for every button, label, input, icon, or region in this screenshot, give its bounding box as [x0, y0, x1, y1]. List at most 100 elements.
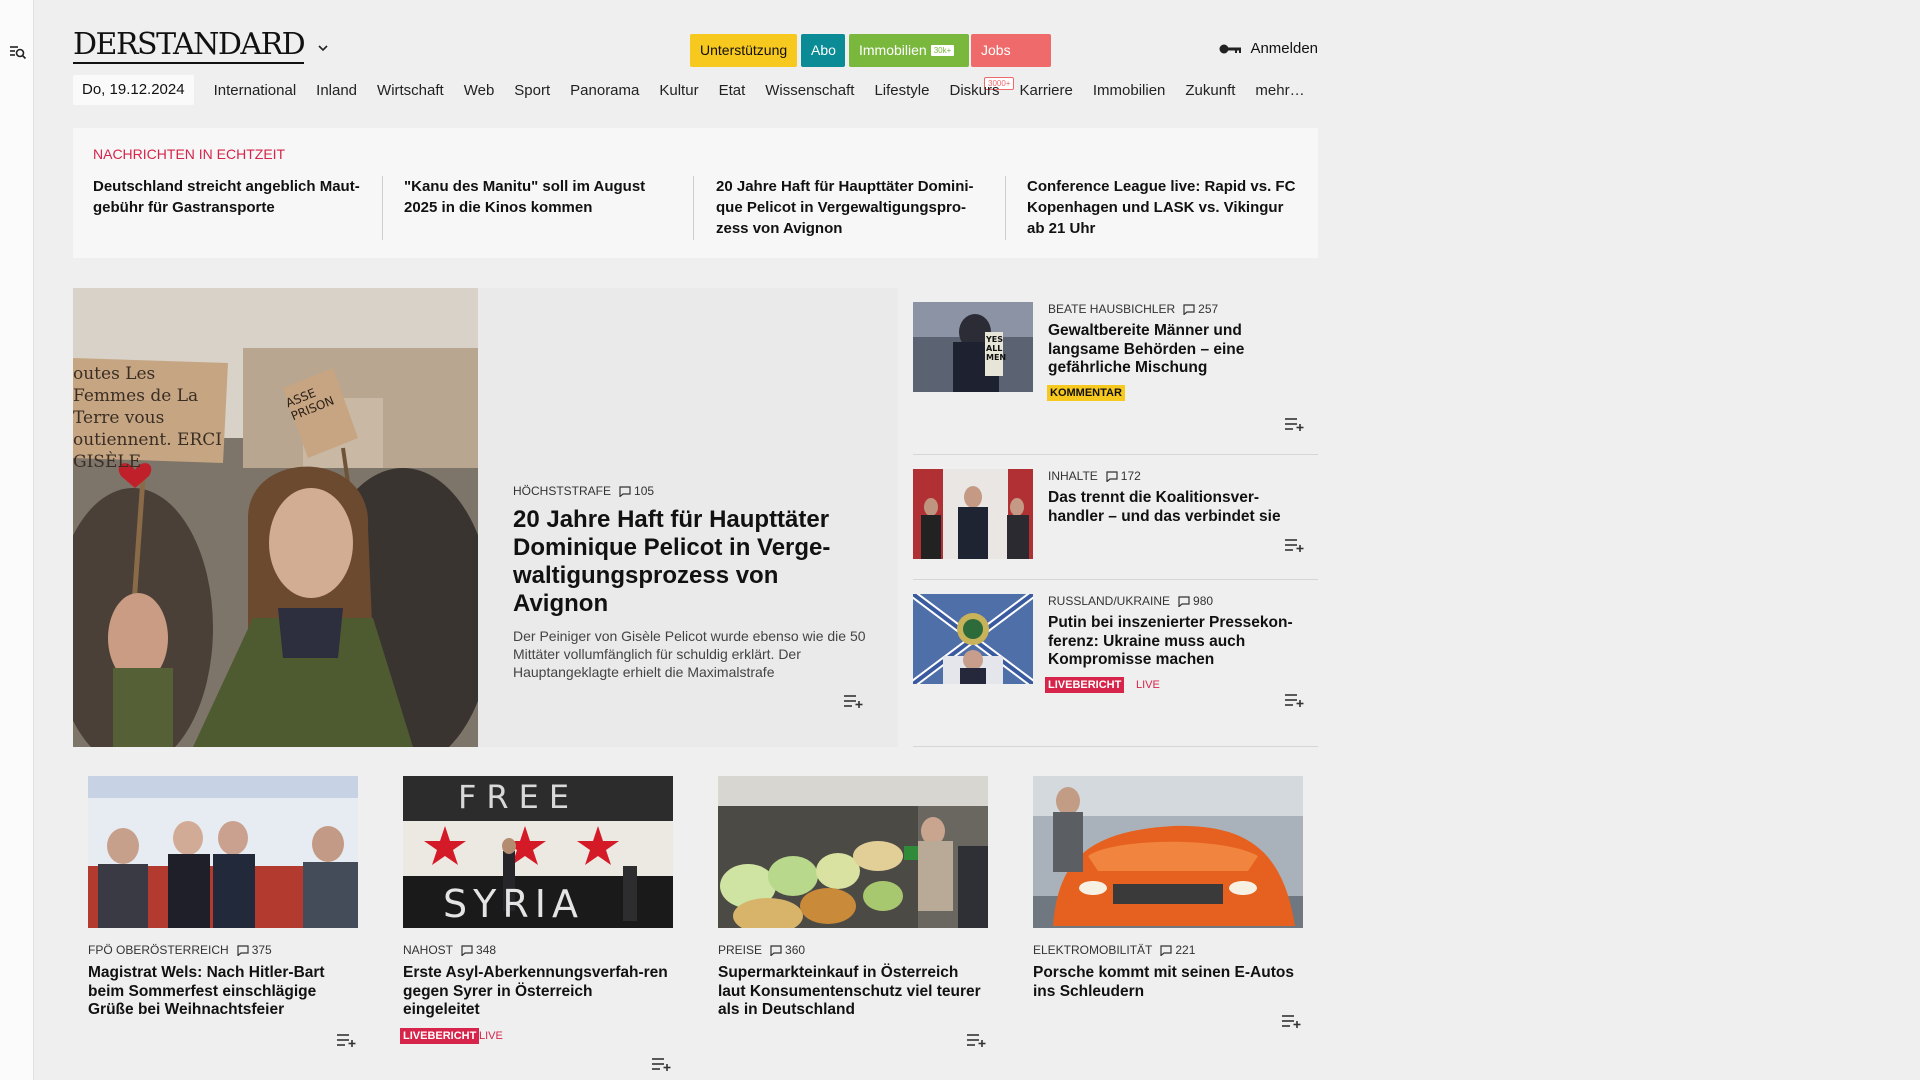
nav-item-web[interactable]: Web — [454, 82, 505, 99]
add-to-playlist-icon[interactable] — [1284, 692, 1306, 708]
lead-article[interactable]: outes Les Femmes de La Terre vous outien… — [73, 288, 898, 747]
add-to-playlist-icon[interactable] — [651, 1056, 673, 1072]
news-ticker: NACHRICHTEN IN ECHTZEIT Deutschland stre… — [73, 128, 1318, 258]
article-grid: FPÖ OBERÖSTERREICH 375 Magistrat Wels: N… — [73, 776, 1318, 1076]
support-label: Unterstützung — [700, 42, 788, 58]
side-article-image[interactable] — [913, 469, 1033, 559]
grid-article-title[interactable]: Magistrat Wels: Nach Hitler-Bart beim So… — [88, 964, 358, 1020]
nav-item-immobilien[interactable]: Immobilien — [1083, 82, 1176, 99]
ticker-item[interactable]: 20 Jahre Haft für Haupttäter Domini-que … — [716, 176, 986, 239]
grid-article-meta: NAHOST 348 — [403, 943, 496, 957]
add-to-playlist-icon[interactable] — [966, 1032, 988, 1048]
add-to-playlist-icon[interactable] — [1281, 1013, 1303, 1029]
ticker-item[interactable]: Deutschland streicht angeblich Maut-gebü… — [93, 176, 363, 218]
add-to-playlist-icon[interactable] — [843, 693, 865, 709]
nav-item-kultur[interactable]: Kultur — [649, 82, 708, 99]
nav-item-wissenschaft[interactable]: Wissenschaft — [755, 82, 864, 99]
comment-icon — [1160, 944, 1172, 956]
nav-item-panorama[interactable]: Panorama — [560, 82, 649, 99]
add-to-playlist-icon[interactable] — [1284, 416, 1306, 432]
comment-icon — [770, 944, 782, 956]
grid-article-image[interactable] — [88, 776, 358, 928]
abo-label: Abo — [811, 42, 836, 58]
comment-icon — [1106, 470, 1118, 482]
nav-item-zukunft[interactable]: Zukunft — [1175, 82, 1245, 99]
nav-item-lifestyle[interactable]: Lifestyle — [864, 82, 939, 99]
ticker-divider — [382, 176, 383, 240]
side-article-meta: BEATE HAUSBICHLER 257 — [1048, 302, 1218, 316]
comment-count-value: 375 — [251, 943, 272, 957]
comment-count[interactable]: 375 — [237, 943, 272, 957]
nav-item-more[interactable]: mehr… — [1245, 82, 1314, 99]
livebericht-badge: LIVEBERICHT — [400, 1028, 480, 1044]
add-to-playlist-icon[interactable] — [1284, 537, 1306, 553]
lead-article-title[interactable]: 20 Jahre Haft für Haupttäter Dominique P… — [513, 506, 873, 618]
side-article-kicker: BEATE HAUSBICHLER — [1048, 302, 1176, 316]
comment-count[interactable]: 360 — [770, 943, 805, 957]
side-article[interactable]: INHALTE 172 Das trennt die Koalitionsver… — [913, 455, 1318, 580]
immobilien-label: Immobilien — [859, 42, 927, 58]
abo-button[interactable]: Abo — [801, 34, 845, 67]
comment-count-value: 348 — [476, 943, 497, 957]
nav-item-sport[interactable]: Sport — [504, 82, 560, 99]
comment-count[interactable]: 221 — [1160, 943, 1195, 957]
left-sidebar — [0, 0, 34, 1080]
nav-item-inland[interactable]: Inland — [306, 82, 367, 99]
search-menu-icon[interactable] — [9, 43, 27, 61]
comment-count-value: 257 — [1198, 302, 1219, 316]
ticker-item[interactable]: Conference League live: Rapid vs. FC Kop… — [1027, 176, 1297, 239]
nav-item-international[interactable]: International — [204, 82, 307, 99]
nav-item-diskurs[interactable]: Diskurs — [939, 82, 1009, 99]
side-article-title[interactable]: Putin bei inszenierter Pressekon-ferenz:… — [1048, 614, 1310, 670]
nav-item-etat[interactable]: Etat — [709, 82, 756, 99]
side-article-meta: INHALTE 172 — [1048, 469, 1141, 483]
comment-count[interactable]: 257 — [1183, 302, 1218, 316]
comment-icon — [1178, 595, 1190, 607]
side-article-image[interactable]: YES ALL MEN — [913, 302, 1033, 392]
comment-count[interactable]: 172 — [1106, 469, 1141, 483]
grid-article-title[interactable]: Porsche kommt mit seinen E-Autos ins Sch… — [1033, 964, 1303, 1001]
comment-count[interactable]: 980 — [1178, 594, 1213, 608]
lead-article-photo[interactable]: outes Les Femmes de La Terre vous outien… — [73, 288, 478, 747]
jobs-button[interactable]: Jobs3000+ — [971, 34, 1051, 90]
side-article-kicker: INHALTE — [1048, 469, 1098, 483]
lead-article-kicker: HÖCHSTSTRAFE — [513, 484, 612, 498]
chevron-down-icon[interactable] — [317, 42, 329, 54]
side-article[interactable]: RUSSLAND/UKRAINE 980 Putin bei inszenier… — [913, 580, 1318, 747]
side-article-title[interactable]: Das trennt die Koalitionsver-handler – u… — [1048, 489, 1310, 526]
grid-article-meta: ELEKTROMOBILITÄT 221 — [1033, 943, 1195, 957]
grid-article-image[interactable] — [1033, 776, 1303, 928]
grid-article-kicker: FPÖ OBERÖSTERREICH — [88, 943, 229, 957]
grid-article-title[interactable]: Supermarkteinkauf in Österreich laut Kon… — [718, 964, 988, 1020]
comment-count[interactable]: 105 — [619, 484, 654, 498]
login-link[interactable]: Anmelden — [1218, 40, 1318, 57]
main-navigation: Do, 19.12.2024 International Inland Wirt… — [73, 75, 1315, 105]
comment-count-value: 221 — [1175, 943, 1196, 957]
grid-article-image[interactable]: FREE SYRIA — [403, 776, 673, 928]
ticker-item[interactable]: "Kanu des Manitu" soll im August 2025 in… — [404, 176, 674, 218]
protest-sign-text: outes Les Femmes de La Terre vous outien… — [73, 364, 222, 472]
support-button[interactable]: Unterstützung — [690, 34, 797, 67]
banner-text: FREE — [458, 778, 580, 816]
side-article[interactable]: YES ALL MEN BEATE HAUSBICHLER 257 Gewalt… — [913, 288, 1318, 455]
live-label: LIVE — [1136, 679, 1160, 691]
banner-text: SYRIA — [443, 882, 584, 926]
site-header: DERSTANDARD Unterstützung Abo Immobilien… — [73, 26, 1318, 90]
nav-item-karriere[interactable]: Karriere — [1010, 82, 1083, 99]
grid-article-image[interactable] — [718, 776, 988, 928]
live-label: LIVE — [479, 1030, 503, 1042]
side-article-kicker: RUSSLAND/UKRAINE — [1048, 594, 1171, 608]
add-to-playlist-icon[interactable] — [336, 1032, 358, 1048]
comment-icon — [237, 944, 249, 956]
nav-item-wirtschaft[interactable]: Wirtschaft — [367, 82, 454, 99]
side-article-title[interactable]: Gewaltbereite Männer und langsame Behörd… — [1048, 322, 1310, 378]
grid-article-kicker: ELEKTROMOBILITÄT — [1033, 943, 1153, 957]
side-article-image[interactable] — [913, 594, 1033, 684]
grid-article-title[interactable]: Erste Asyl-Aberkennungsverfah-ren gegen … — [403, 964, 673, 1020]
lead-article-teaser: Der Peiniger von Gisèle Pelicot wurde eb… — [513, 628, 866, 680]
kommentar-badge: KOMMENTAR — [1047, 385, 1125, 401]
side-article-meta: RUSSLAND/UKRAINE 980 — [1048, 594, 1213, 608]
comment-count[interactable]: 348 — [461, 943, 496, 957]
immobilien-button[interactable]: Immobilien 30k+ — [849, 34, 969, 67]
site-logo[interactable]: DERSTANDARD — [73, 30, 306, 64]
